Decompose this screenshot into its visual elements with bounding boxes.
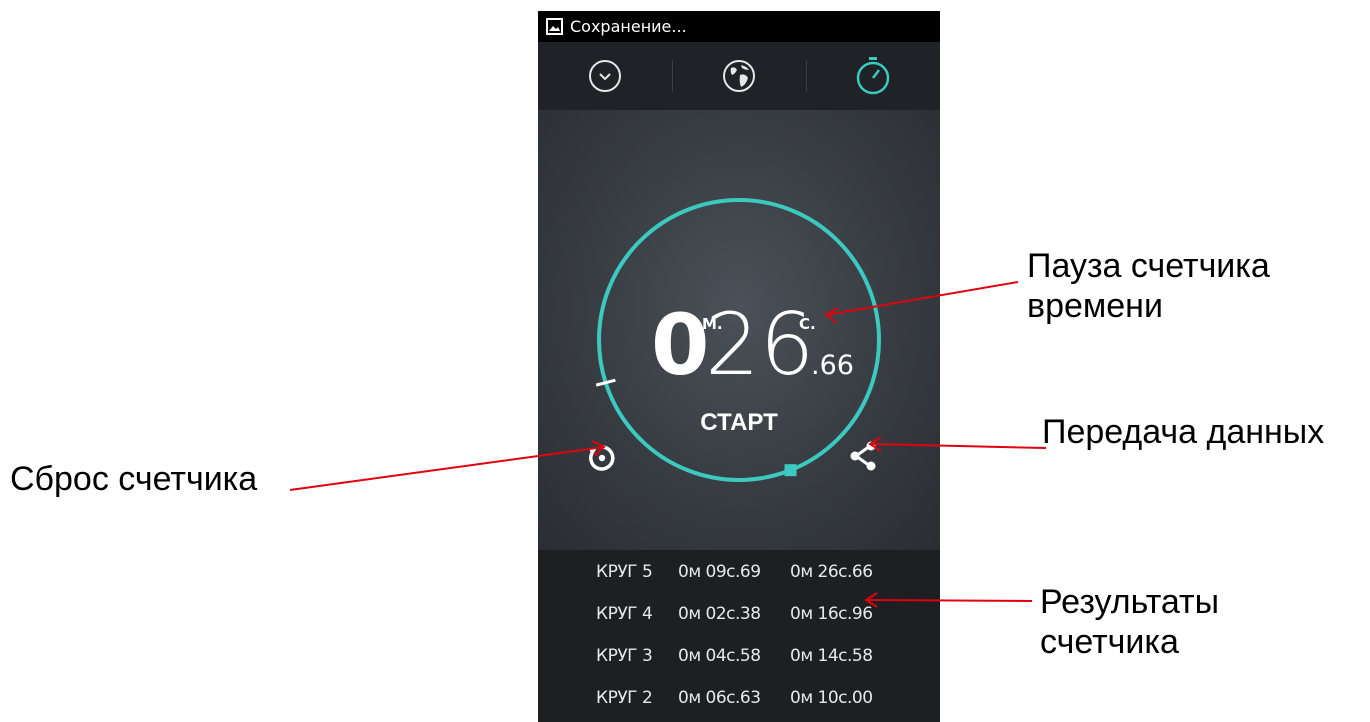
arrow-reset xyxy=(289,446,605,491)
arrow-results xyxy=(865,599,1033,602)
annotation-arrows xyxy=(289,281,1047,608)
arrow-share xyxy=(869,443,1047,449)
arrow-pause xyxy=(825,281,1019,316)
arrowhead-icon xyxy=(824,307,839,324)
